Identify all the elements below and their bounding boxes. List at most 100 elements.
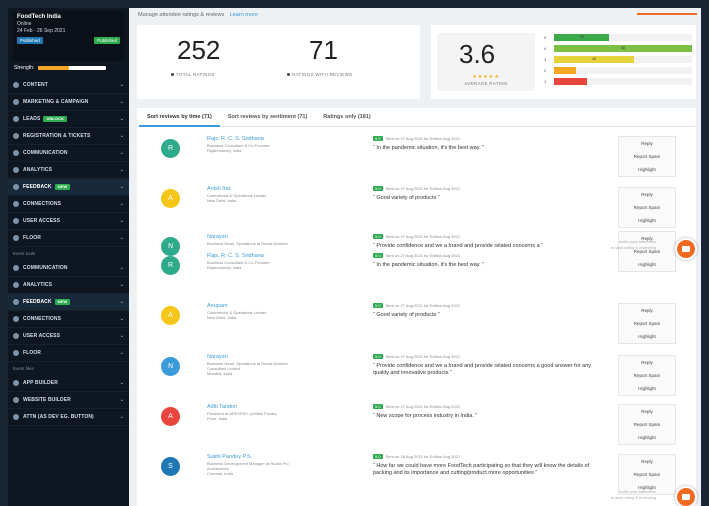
reply-button[interactable]: Reply: [619, 188, 675, 201]
rating-bar-label: 1: [544, 79, 547, 84]
chat-icon[interactable]: [675, 486, 697, 506]
sidebar-item-floor[interactable]: FLOOR ⌄: [8, 230, 129, 247]
report-spam-button[interactable]: Report Spam: [619, 317, 675, 330]
rating-bar-track: 75: [554, 34, 692, 41]
reviewer-detail: Rajahmundry, India: [207, 265, 242, 270]
event-status-badge[interactable]: Published: [17, 37, 43, 44]
learn-more-link[interactable]: Learn more: [230, 12, 258, 18]
page-subtitle-text: Manage attendee ratings & reviews: [138, 12, 225, 18]
report-spam-button[interactable]: Report Spam: [619, 468, 675, 481]
strength-fill: [38, 66, 69, 70]
report-spam-button[interactable]: Report Spam: [619, 201, 675, 214]
sidebar-item-user-access[interactable]: USER ACCESS ⌄: [8, 328, 129, 345]
ratings-with-reviews-label: RATINGS WITH REVIEWS: [287, 72, 352, 77]
chat-icon[interactable]: [675, 238, 697, 260]
sidebar-item-label: FLOOR: [23, 350, 41, 356]
chevron-down-icon: ⌄: [119, 167, 124, 173]
reply-button[interactable]: Reply: [619, 455, 675, 468]
sidebar-item-user-access[interactable]: USER ACCESS ⌄: [8, 213, 129, 230]
sidebar-item-content[interactable]: CONTENT ⌄: [8, 77, 129, 94]
rating-bar-row: 2: [544, 65, 692, 76]
chevron-down-icon: ⌄: [119, 397, 124, 403]
sidebar-item-analytics[interactable]: ANALYTICS ⌄: [8, 277, 129, 294]
sidebar-item-connections[interactable]: CONNECTIONS ⌄: [8, 196, 129, 213]
sidebar-item-label: CONNECTIONS: [23, 201, 62, 207]
chevron-down-icon: ⌄: [119, 235, 124, 241]
reviewer-name[interactable]: Aditi Tandon: [207, 404, 237, 410]
review-rating-badge: 5.0: [373, 354, 383, 359]
highlight-button[interactable]: Highlight: [619, 258, 675, 271]
review-meta: 5.0 Sent on 27 Aug 2021 for Edition Aug 2…: [373, 234, 460, 239]
review-meta: 5.0 Sent on 27 Aug 2021 for Edition Aug 2…: [373, 136, 460, 141]
tab-by-sentiment[interactable]: Sort reviews by sentiment (71): [220, 108, 315, 126]
review-tabs: Sort reviews by time (71) Sort reviews by…: [137, 108, 696, 127]
sidebar-item-label: CONNECTIONS: [23, 316, 62, 322]
sidebar-item-analytics[interactable]: ANALYTICS ⌄: [8, 162, 129, 179]
report-spam-button[interactable]: Report Spam: [619, 150, 675, 163]
reviewer-detail: Pune, India: [207, 416, 228, 421]
app-frame: FoodTech India Online 24 Feb - 26 Sep 20…: [8, 8, 701, 506]
review-meta: 5.0 Sent on 27 Aug 2021 for Edition Aug 2…: [373, 354, 460, 359]
reviewer-name[interactable]: Sukhi Pandey P.S.: [207, 454, 252, 460]
reviewer-name[interactable]: Anupam: [207, 303, 228, 309]
sidebar-item-badge: Unlock: [43, 116, 68, 122]
main-content: Manage attendee ratings & reviews Learn …: [129, 8, 701, 506]
tab-ratings-only[interactable]: Ratings only (181): [315, 108, 378, 126]
sidebar-item-feedback[interactable]: FEEDBACK New ⌄: [8, 179, 129, 196]
sidebar-item-feedback[interactable]: FEEDBACK New ⌄: [8, 294, 129, 311]
sidebar-item-communication[interactable]: COMMUNICATION ⌄: [8, 145, 129, 162]
event-publish-badge[interactable]: Published: [94, 37, 120, 44]
review-meta-text: Sent on 27 Aug 2021 for Edition Aug 2021: [385, 136, 461, 141]
chevron-down-icon: ⌄: [119, 282, 124, 288]
review-text: “ Good variety of products ”: [373, 195, 440, 201]
chat-hint: Invite your attendees to start rating & …: [566, 489, 656, 501]
highlight-button[interactable]: Highlight: [619, 330, 675, 343]
review-rating-badge: 5.0: [373, 234, 383, 239]
reply-button[interactable]: Reply: [619, 304, 675, 317]
highlight-button[interactable]: Highlight: [619, 431, 675, 444]
sidebar-item-marketing-campaign[interactable]: MARKETING & CAMPAIGN ⌄: [8, 94, 129, 111]
reply-button[interactable]: Reply: [619, 137, 675, 150]
sidebar-item-floor[interactable]: FLOOR ⌄: [8, 345, 129, 362]
reply-button[interactable]: Reply: [619, 356, 675, 369]
avatar: R: [161, 256, 180, 275]
highlight-button[interactable]: Highlight: [619, 382, 675, 395]
tab-by-time[interactable]: Sort reviews by time (71): [139, 108, 220, 127]
review-rating-badge: 5.0: [373, 454, 383, 459]
avatar: N: [161, 237, 180, 256]
sidebar-item-leads[interactable]: LEADS Unlock ⌄: [8, 111, 129, 128]
reviewer-name[interactable]: Narayan: [207, 234, 228, 240]
chevron-down-icon: ⌄: [119, 99, 124, 105]
reviewer-detail: Mumbai, India: [207, 371, 233, 376]
review-meta: 5.0 Sent on 27 Aug 2021 for Edition Aug 2…: [373, 303, 460, 308]
sidebar-item-label: FEEDBACK: [23, 184, 52, 190]
chevron-down-icon: ⌄: [119, 350, 124, 356]
reviewer-name[interactable]: Rajs. R. C. S. Sridhana: [207, 253, 264, 259]
report-spam-button[interactable]: Report Spam: [619, 369, 675, 382]
sidebar-item-registration-tickets[interactable]: REGISTRATION & TICKETS ⌄: [8, 128, 129, 145]
highlight-button[interactable]: Highlight: [619, 214, 675, 227]
reviewer-name[interactable]: Anish Ind.: [207, 186, 231, 192]
sidebar-item-communication[interactable]: COMMUNICATION ⌄: [8, 260, 129, 277]
report-spam-button[interactable]: Report Spam: [619, 418, 675, 431]
review-actions: Reply Report Spam Highlight: [618, 404, 676, 445]
sidebar-item-app-builder[interactable]: APP BUILDER ⌄: [8, 375, 129, 392]
strength-bar: [38, 66, 107, 70]
rating-bar-fill: 45: [554, 56, 635, 63]
reply-button[interactable]: Reply: [619, 405, 675, 418]
sidebar-item-label: APP BUILDER: [23, 380, 58, 386]
content-icon: [13, 82, 19, 88]
review-meta: 5.0 Sent on 27 Aug 2021 for Edition Aug 2…: [373, 186, 460, 191]
sidebar-item-attn-as-dev-eg-button[interactable]: ATTN (as dev eg. button) ⌄: [8, 409, 129, 426]
event-summary[interactable]: FoodTech India Online 24 Feb - 26 Sep 20…: [13, 11, 124, 61]
sidebar-item-website-builder[interactable]: WEBSITE BUILDER ⌄: [8, 392, 129, 409]
chat-hint: Invite your attendees to start rating & …: [566, 239, 656, 251]
sidebar-item-connections[interactable]: CONNECTIONS ⌄: [8, 311, 129, 328]
rating-bar-row: 5 75: [544, 32, 692, 43]
highlight-button[interactable]: Highlight: [619, 163, 675, 176]
app-builder-icon: [13, 380, 19, 386]
ratings-count-card: 252 TOTAL RATINGS 71 RATINGS WITH REVIEW…: [137, 25, 420, 99]
reviewer-name[interactable]: Rajs. R. C. S. Sridhana: [207, 136, 264, 142]
user-access-icon: [13, 218, 19, 224]
reviewer-name[interactable]: Narayan: [207, 354, 228, 360]
